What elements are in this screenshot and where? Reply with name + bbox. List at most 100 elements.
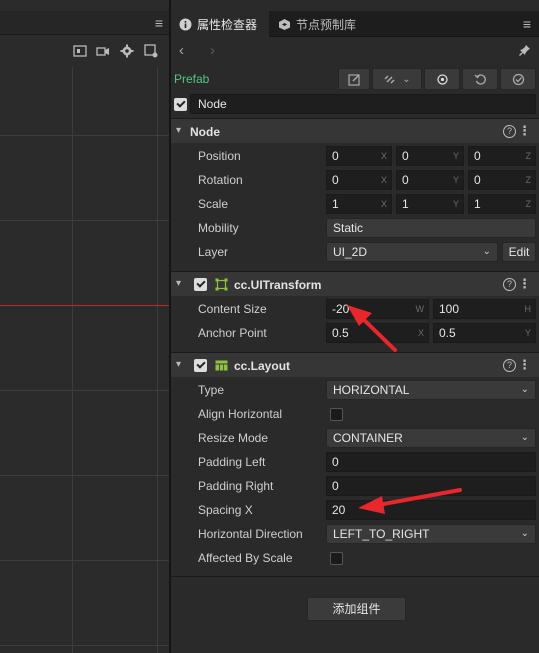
field-value: 1 bbox=[402, 197, 409, 211]
mobility-select[interactable]: Static bbox=[326, 218, 536, 238]
inspector-tabbar: 属性检查器 节点预制库 ≡ bbox=[171, 11, 539, 37]
prop-label: Position bbox=[198, 149, 241, 163]
scale-z-field[interactable]: 1Z bbox=[468, 194, 536, 214]
scale-row: Scale 1X 1Y 1Z bbox=[171, 192, 539, 216]
uitransform-enabled-checkbox[interactable] bbox=[194, 278, 207, 291]
layout-enabled-checkbox[interactable] bbox=[194, 359, 207, 372]
section-title: cc.Layout bbox=[234, 359, 291, 373]
prop-label: Content Size bbox=[198, 302, 267, 316]
anchor-y-field[interactable]: 0.5 Y bbox=[433, 323, 536, 343]
cube-icon bbox=[279, 18, 290, 30]
padding-left-row: Padding Left 0 bbox=[171, 450, 539, 474]
prop-label: Scale bbox=[198, 197, 229, 211]
field-value: 0 bbox=[474, 149, 481, 163]
layer-edit-button[interactable]: Edit bbox=[502, 242, 536, 262]
more-options-icon[interactable]: ⋮ bbox=[518, 277, 531, 290]
position-y-field[interactable]: 0Y bbox=[396, 146, 464, 166]
gear-icon[interactable] bbox=[117, 42, 137, 60]
chevron-down-icon[interactable]: ▾ bbox=[176, 359, 181, 370]
padding-right-field[interactable]: 0 bbox=[326, 476, 536, 496]
scene-view[interactable]: ≡ bbox=[0, 0, 169, 653]
axis-y-label: Y bbox=[452, 175, 459, 185]
affected-by-scale-checkbox[interactable] bbox=[330, 552, 343, 565]
axis-z-label: Z bbox=[525, 199, 532, 209]
rotation-z-field[interactable]: 0Z bbox=[468, 170, 536, 190]
help-icon[interactable]: ? bbox=[503, 125, 516, 138]
section-divider bbox=[171, 576, 539, 577]
help-icon[interactable]: ? bbox=[503, 278, 516, 291]
layout-type-select[interactable]: HORIZONTAL ⌄ bbox=[326, 380, 536, 400]
node-name-input[interactable]: Node bbox=[190, 94, 536, 114]
position-z-field[interactable]: 0Z bbox=[468, 146, 536, 166]
scene-toolbar bbox=[0, 35, 169, 67]
node-name-row: Node bbox=[171, 92, 539, 116]
help-icon[interactable]: ? bbox=[503, 359, 516, 372]
resize-mode-select[interactable]: CONTAINER ⌄ bbox=[326, 428, 536, 448]
prefab-row: Prefab ⌄ bbox=[171, 66, 539, 92]
node-section-header[interactable]: ▾ Node ? ⋮ bbox=[171, 118, 539, 143]
layout-type-row: Type HORIZONTAL ⌄ bbox=[171, 378, 539, 402]
horizontal-direction-select[interactable]: LEFT_TO_RIGHT ⌄ bbox=[326, 524, 536, 544]
select-value: HORIZONTAL bbox=[333, 383, 410, 397]
select-value: CONTAINER bbox=[333, 431, 403, 445]
align-horizontal-checkbox[interactable] bbox=[330, 408, 343, 421]
prefab-apply-button[interactable] bbox=[500, 68, 536, 90]
section-title: Node bbox=[190, 125, 220, 139]
prop-label: Affected By Scale bbox=[198, 551, 293, 565]
affected-by-scale-row: Affected By Scale bbox=[171, 546, 539, 570]
prefab-unlink-dropdown[interactable]: ⌄ bbox=[372, 68, 422, 90]
chevron-down-icon: ⌄ bbox=[520, 528, 529, 539]
forward-arrow-icon[interactable]: › bbox=[210, 42, 215, 59]
layer-select[interactable]: UI_2D ⌄ bbox=[326, 242, 498, 262]
position-x-field[interactable]: 0X bbox=[326, 146, 392, 166]
axis-y-label: Y bbox=[452, 151, 459, 161]
chevron-down-icon: ⌄ bbox=[482, 246, 491, 257]
chevron-down-icon[interactable]: ▾ bbox=[176, 125, 181, 136]
prop-label: Padding Left bbox=[198, 455, 266, 469]
panel-menu-icon[interactable]: ≡ bbox=[523, 16, 531, 32]
scale-x-field[interactable]: 1X bbox=[326, 194, 392, 214]
prefab-locate-button[interactable] bbox=[424, 68, 460, 90]
frame-icon[interactable] bbox=[70, 42, 90, 60]
tab-inspector[interactable]: 属性检查器 bbox=[171, 11, 269, 37]
axis-w-label: W bbox=[415, 304, 425, 314]
scene-menu-icon[interactable]: ≡ bbox=[155, 16, 163, 30]
grid-line bbox=[0, 220, 169, 221]
padding-left-field[interactable]: 0 bbox=[326, 452, 536, 472]
rotation-x-field[interactable]: 0X bbox=[326, 170, 392, 190]
field-value: 1 bbox=[474, 197, 481, 211]
content-size-width-field[interactable]: -20 W bbox=[326, 299, 429, 319]
more-options-icon[interactable]: ⋮ bbox=[518, 358, 531, 371]
scale-y-field[interactable]: 1Y bbox=[396, 194, 464, 214]
rotation-row: Rotation 0X 0Y 0Z bbox=[171, 168, 539, 192]
content-size-row: Content Size -20 W 100 H bbox=[171, 297, 539, 321]
uitransform-section-header[interactable]: ▾ cc.UITransform ? ⋮ bbox=[171, 271, 539, 296]
pin-icon[interactable] bbox=[519, 44, 531, 56]
more-options-icon[interactable]: ⋮ bbox=[518, 124, 531, 137]
layout-section-header[interactable]: ▾ cc.Layout ? ⋮ bbox=[171, 352, 539, 377]
gizmo-icon[interactable] bbox=[141, 42, 161, 60]
spacing-x-field[interactable]: 20 bbox=[326, 500, 536, 520]
field-value: 0 bbox=[332, 173, 339, 187]
anchor-x-field[interactable]: 0.5 X bbox=[326, 323, 429, 343]
chevron-down-icon[interactable]: ▾ bbox=[176, 278, 181, 289]
prop-label: Spacing X bbox=[198, 503, 253, 517]
tab-label: 节点预制库 bbox=[296, 17, 357, 32]
node-active-checkbox[interactable] bbox=[174, 98, 187, 111]
grid-line bbox=[0, 560, 169, 561]
tab-node-library[interactable]: 节点预制库 bbox=[270, 11, 370, 37]
layer-row: Layer UI_2D ⌄ Edit bbox=[171, 240, 539, 264]
grid-line bbox=[72, 67, 73, 653]
prop-label: Type bbox=[198, 383, 225, 397]
prefab-revert-button[interactable] bbox=[462, 68, 498, 90]
select-value: Static bbox=[333, 221, 364, 235]
camera-icon[interactable] bbox=[93, 42, 113, 60]
add-component-button[interactable]: 添加组件 bbox=[307, 597, 406, 621]
rotation-y-field[interactable]: 0Y bbox=[396, 170, 464, 190]
prop-label: Padding Right bbox=[198, 479, 274, 493]
field-value: 0.5 bbox=[439, 326, 456, 340]
prefab-edit-button[interactable] bbox=[338, 68, 370, 90]
grid-line bbox=[0, 475, 169, 476]
back-arrow-icon[interactable]: ‹ bbox=[179, 42, 184, 59]
content-size-height-field[interactable]: 100 H bbox=[433, 299, 536, 319]
